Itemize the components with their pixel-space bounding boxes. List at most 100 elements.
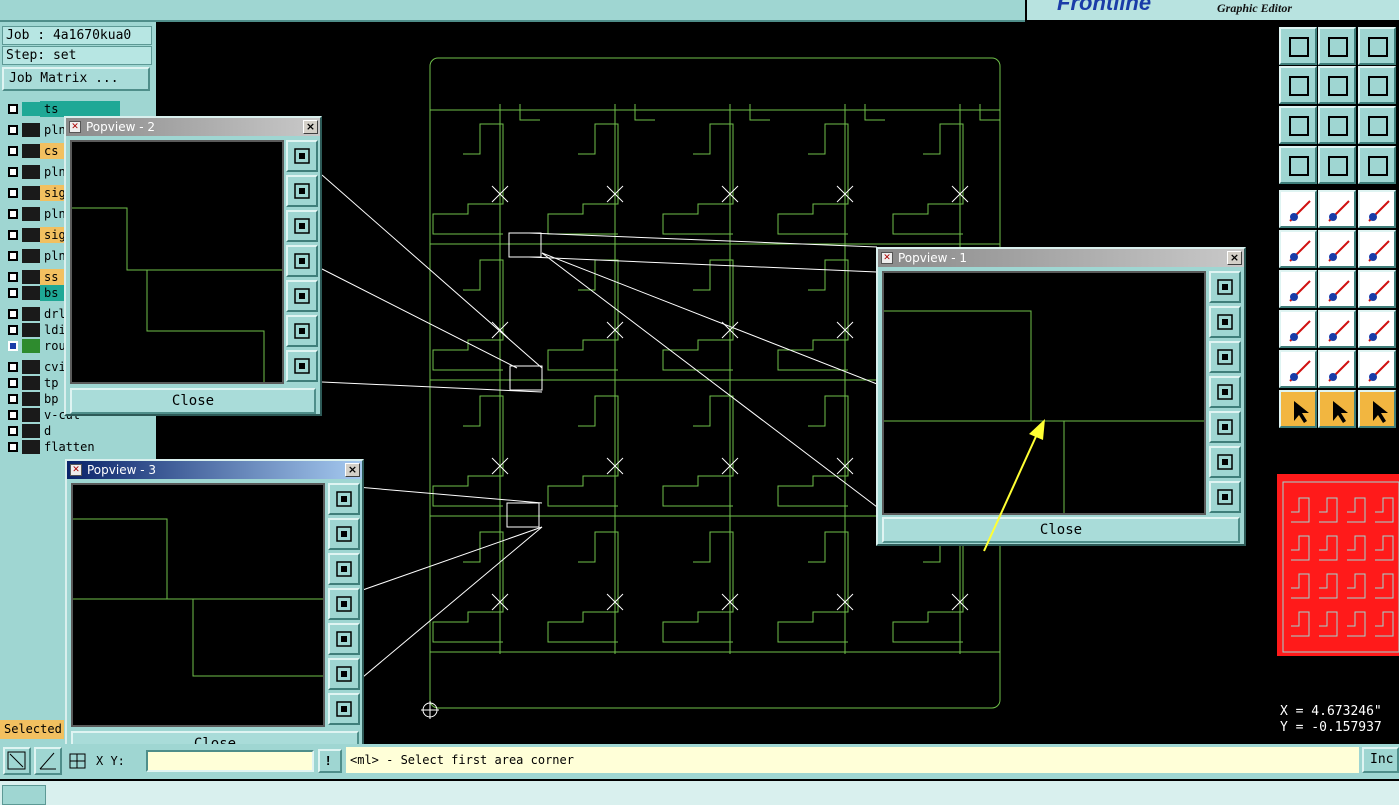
diagonal-arrow-icon <box>7 751 26 770</box>
close-icon[interactable]: × <box>303 120 318 134</box>
pan-right-button[interactable] <box>328 623 360 655</box>
fit-window-icon <box>294 148 310 164</box>
cross-icon <box>1328 240 1350 262</box>
layer-checkbox[interactable] <box>8 378 18 388</box>
layer-checkbox[interactable] <box>8 394 18 404</box>
zoom-in-button[interactable] <box>328 658 360 690</box>
snap-button[interactable] <box>1279 146 1317 184</box>
popview-3-titlebar[interactable]: ✕ Popview - 3 × <box>67 461 362 479</box>
layer-checkbox[interactable] <box>8 309 18 319</box>
job-matrix-button[interactable]: Job Matrix ... <box>2 67 150 91</box>
pointer-button[interactable] <box>1279 390 1317 428</box>
layer-checkbox[interactable] <box>8 442 18 452</box>
popview-2-titlebar[interactable]: ✕ Popview - 2 × <box>66 118 320 136</box>
grid-toggle-button[interactable] <box>66 751 92 771</box>
measure-mode-button[interactable] <box>34 747 62 775</box>
layers-button[interactable] <box>1358 146 1396 184</box>
pan-right-button[interactable] <box>1318 66 1356 104</box>
close-icon[interactable]: × <box>345 463 360 477</box>
zoom-out-button[interactable] <box>286 350 318 382</box>
board-part <box>777 531 849 643</box>
fit-window-button[interactable] <box>1209 271 1241 303</box>
popview-2-viewport[interactable] <box>70 140 284 384</box>
pan-left-button[interactable] <box>1209 376 1241 408</box>
layer-checkbox[interactable] <box>8 209 18 219</box>
layer-checkbox[interactable] <box>8 272 18 282</box>
angle-button[interactable] <box>1279 270 1317 308</box>
layer-checkbox[interactable] <box>8 146 18 156</box>
popview-1-close-button[interactable]: Close <box>882 517 1240 543</box>
pan-left-button[interactable] <box>286 245 318 277</box>
layer-row-flatten[interactable]: flatten <box>4 438 124 456</box>
layer-checkbox[interactable] <box>8 362 18 372</box>
one-to-two-button[interactable] <box>1358 106 1396 144</box>
zoom-out-button[interactable] <box>328 693 360 725</box>
pan-up-button[interactable] <box>328 518 360 550</box>
fit-button[interactable] <box>1279 106 1317 144</box>
status-icon-button[interactable] <box>2 785 46 805</box>
close-icon[interactable]: × <box>1227 251 1242 265</box>
fit-window-button[interactable] <box>286 140 318 172</box>
zoom-out-button[interactable] <box>1209 481 1241 513</box>
pan-down-button[interactable] <box>328 553 360 585</box>
home-button[interactable] <box>1358 27 1396 65</box>
layer-checkbox[interactable] <box>8 104 18 114</box>
layer-color-swatch <box>22 408 40 422</box>
pan-up-button[interactable] <box>286 175 318 207</box>
fit-window-button[interactable] <box>328 483 360 515</box>
layer-checkbox[interactable] <box>8 426 18 436</box>
measure-button[interactable] <box>1318 190 1356 228</box>
center-button[interactable] <box>1318 106 1356 144</box>
diagonal-button[interactable] <box>1318 270 1356 308</box>
layer-checkbox[interactable] <box>8 188 18 198</box>
layer-checkbox[interactable] <box>8 288 18 298</box>
layer-checkbox[interactable] <box>8 251 18 261</box>
zoom-in-button[interactable] <box>286 315 318 347</box>
exclamation-button[interactable]: ! <box>318 749 342 773</box>
pointer-circle-icon <box>1373 401 1388 423</box>
popview-1-titlebar[interactable]: ✕ Popview - 1 × <box>878 249 1244 267</box>
zoom-in-button[interactable] <box>1209 446 1241 478</box>
select-feature-button[interactable] <box>1279 190 1317 228</box>
overview-minimap[interactable] <box>1277 474 1399 656</box>
xy-input-field[interactable] <box>146 750 314 772</box>
pointer-box-button[interactable] <box>1318 390 1356 428</box>
trace-button[interactable] <box>1318 310 1356 348</box>
pan-down-button[interactable] <box>1318 27 1356 65</box>
pan-left-button[interactable] <box>1279 66 1317 104</box>
layer-checkbox[interactable] <box>8 410 18 420</box>
layer-checkbox[interactable] <box>8 125 18 135</box>
pan-up-button[interactable] <box>1279 27 1317 65</box>
undo-view-button[interactable] <box>1358 66 1396 104</box>
pan-down-button[interactable] <box>1209 341 1241 373</box>
layer-checkbox[interactable] <box>8 230 18 240</box>
layer-checkbox[interactable] <box>8 325 18 335</box>
grid-button[interactable] <box>1318 146 1356 184</box>
line-button[interactable] <box>1358 230 1396 268</box>
ruler-button[interactable] <box>1358 190 1396 228</box>
dimension-button[interactable] <box>1358 310 1396 348</box>
pad-button[interactable] <box>1279 310 1317 348</box>
connect-button[interactable] <box>1279 230 1317 268</box>
popview-2-close-button[interactable]: Close <box>70 388 316 414</box>
pan-right-icon <box>1328 76 1348 96</box>
triangle-button[interactable] <box>1279 350 1317 388</box>
arc-button[interactable] <box>1358 350 1396 388</box>
cross-button[interactable] <box>1318 230 1356 268</box>
pan-down-button[interactable] <box>286 210 318 242</box>
pan-right-button[interactable] <box>286 280 318 312</box>
pointer-circle-button[interactable] <box>1358 390 1396 428</box>
popview-1-viewport[interactable] <box>882 271 1206 515</box>
pan-left-button[interactable] <box>328 588 360 620</box>
inc-button[interactable]: Inc <box>1362 747 1399 773</box>
pan-up-button[interactable] <box>1209 306 1241 338</box>
layer-checkbox[interactable] <box>8 167 18 177</box>
mirror-icon <box>1328 360 1350 382</box>
pan-right-button[interactable] <box>1209 411 1241 443</box>
popview-3-viewport[interactable] <box>71 483 325 727</box>
pan-up-icon <box>336 526 352 542</box>
snap-mode-button[interactable] <box>3 747 31 775</box>
rotate-button[interactable] <box>1358 270 1396 308</box>
mirror-button[interactable] <box>1318 350 1356 388</box>
layer-checkbox[interactable] <box>8 341 18 351</box>
